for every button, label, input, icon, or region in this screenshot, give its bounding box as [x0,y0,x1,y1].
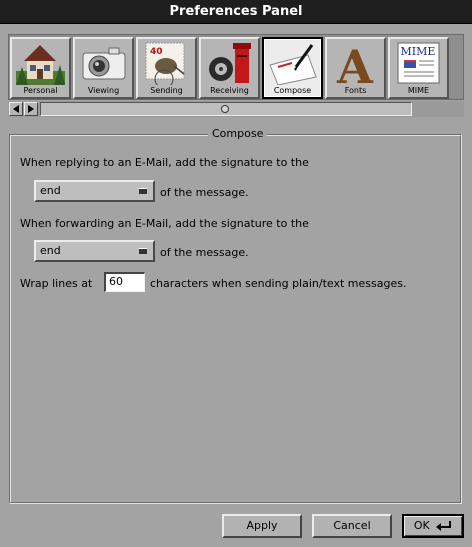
mime-icon: MIME [397,42,440,84]
mailbox-icon [209,43,251,83]
font-letter-icon: A [336,41,374,85]
scroll-right-button[interactable] [24,102,38,116]
pen-paper-icon [269,44,317,85]
scroll-thumb[interactable] [221,105,229,113]
window-title: Preferences Panel [0,0,472,24]
camera-icon [82,47,126,80]
stamp-icon: 40 [145,42,185,85]
tab-label: MIME [407,86,430,95]
ok-label: OK [413,519,430,532]
font-glyph: A [336,41,374,85]
section-title: Compose [208,126,268,142]
reply-signature-position-select[interactable]: end [34,180,155,202]
reply-signature-label: When replying to an E-Mail, add the sign… [20,156,309,169]
tab-personal[interactable]: Personal [10,37,71,99]
tab-label: Receiving [210,86,249,95]
toolbar-scroller [8,101,464,117]
tab-label: Fonts [344,86,367,95]
tab-compose[interactable]: Compose [262,37,323,99]
popup-indicator-icon [139,248,147,254]
forward-suffix-label: of the message. [160,246,249,259]
forward-signature-label: When forwarding an E-Mail, add the signa… [20,217,309,230]
wrap-lines-input[interactable]: 60 [104,272,145,292]
stamp-value: 40 [150,47,163,57]
tab-label: Viewing [87,86,120,95]
tab-label: Sending [150,86,183,95]
tab-receiving[interactable]: Receiving [199,37,260,99]
preferences-toolbar: Personal Viewing 40 Sending Receiving Co… [8,34,464,100]
tab-viewing[interactable]: Viewing [73,37,134,99]
tab-fonts[interactable]: A Fonts [325,37,386,99]
tab-sending[interactable]: 40 Sending [136,37,197,99]
cancel-button[interactable]: Cancel [312,514,392,538]
forward-signature-position-select[interactable]: end [34,240,155,262]
scroll-track[interactable] [40,102,412,116]
ok-button[interactable]: OK [402,514,464,538]
scroll-left-button[interactable] [9,102,23,116]
apply-button[interactable]: Apply [222,514,302,538]
arrow-right-icon [28,105,34,113]
tab-mime[interactable]: MIME MIME [388,37,449,99]
mime-badge: MIME [401,45,436,58]
house-icon [16,45,65,85]
reply-suffix-label: of the message. [160,186,249,199]
forward-position-value: end [40,244,61,257]
wrap-lines-label: Wrap lines at [20,277,93,290]
enter-key-icon [436,521,452,531]
tab-label: Compose [273,86,312,95]
popup-indicator-icon [139,188,147,194]
wrap-lines-suffix: characters when sending plain/text messa… [150,277,407,290]
tab-label: Personal [23,86,58,95]
reply-position-value: end [40,184,61,197]
arrow-left-icon [13,105,19,113]
